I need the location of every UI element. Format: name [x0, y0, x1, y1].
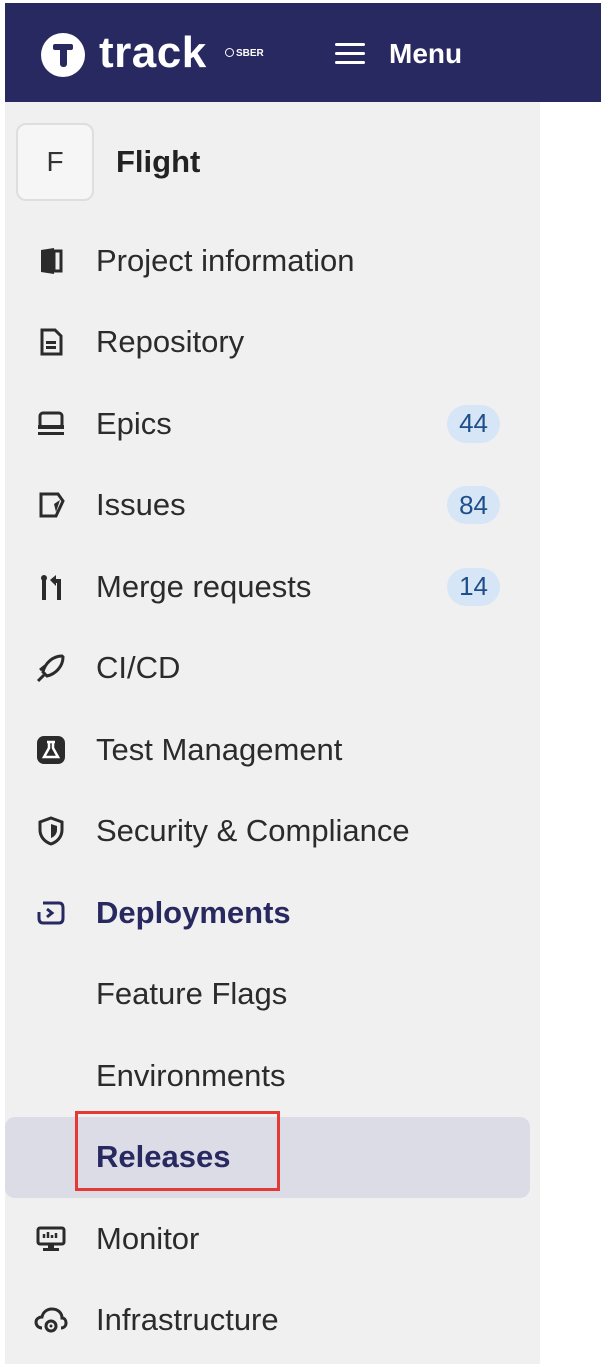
sidebar-item-label: Monitor [96, 1220, 200, 1256]
issues-icon [33, 487, 69, 523]
sidebar-item-label: Repository [96, 324, 245, 360]
sidebar: F Flight Project information Repository … [5, 102, 540, 1364]
sidebar-subitem-label: Feature Flags [96, 976, 288, 1012]
monitor-icon [33, 1221, 69, 1257]
repository-icon [33, 324, 69, 360]
epics-count-badge: 44 [447, 404, 500, 443]
sidebar-item-label: Infrastructure [96, 1302, 279, 1338]
project-information-icon [33, 243, 69, 279]
sidebar-item-label: Test Management [96, 731, 343, 767]
sidebar-subitem-feature-flags[interactable]: Feature Flags [5, 954, 540, 1036]
deployments-icon [33, 895, 69, 931]
sidebar-item-issues[interactable]: Issues 84 [5, 465, 540, 547]
sidebar-subitem-releases[interactable]: Releases [5, 1110, 530, 1198]
hamburger-icon [335, 43, 365, 65]
logo-text[interactable]: track [99, 25, 207, 81]
sidebar-item-test-management[interactable]: Test Management [5, 709, 540, 791]
merge-requests-count-badge: 14 [447, 567, 500, 606]
sidebar-nav: Project information Repository Epics 44 … [5, 220, 540, 1361]
top-bar: track SBER Menu [5, 3, 601, 102]
epics-icon [33, 406, 69, 442]
sidebar-item-label: Issues [96, 487, 186, 523]
sidebar-item-monitor[interactable]: Monitor [5, 1198, 540, 1280]
shield-icon [33, 813, 69, 849]
sber-mark: SBER [225, 47, 264, 61]
cloud-gear-icon [33, 1302, 69, 1338]
sidebar-item-ci-cd[interactable]: CI/CD [5, 628, 540, 710]
issues-count-badge: 84 [447, 486, 500, 525]
sidebar-item-label: CI/CD [96, 650, 181, 686]
sidebar-item-deployments[interactable]: Deployments [5, 872, 540, 954]
project-avatar: F [16, 123, 94, 201]
rocket-icon [33, 650, 69, 686]
menu-label: Menu [389, 38, 463, 69]
sidebar-item-infrastructure[interactable]: Infrastructure [5, 1280, 540, 1362]
sidebar-item-label: Epics [96, 405, 172, 441]
sber-label: SBER [236, 48, 264, 59]
sidebar-subitem-environments[interactable]: Environments [5, 1035, 540, 1117]
project-header[interactable]: F Flight [16, 122, 200, 202]
sidebar-item-label: Deployments [96, 894, 291, 930]
sidebar-subitem-label: Environments [96, 1057, 286, 1093]
sidebar-item-label: Project information [96, 242, 355, 278]
sidebar-item-security-compliance[interactable]: Security & Compliance [5, 791, 540, 873]
sidebar-item-epics[interactable]: Epics 44 [5, 383, 540, 465]
sidebar-item-label: Merge requests [96, 568, 312, 604]
menu-button[interactable]: Menu [335, 29, 462, 79]
project-name: Flight [116, 144, 201, 179]
sidebar-item-label: Security & Compliance [96, 813, 410, 849]
sidebar-item-repository[interactable]: Repository [5, 302, 540, 384]
sidebar-item-project-information[interactable]: Project information [5, 220, 540, 302]
sidebar-item-merge-requests[interactable]: Merge requests 14 [5, 546, 540, 628]
merge-request-icon [33, 569, 69, 605]
highlight-box [75, 1110, 280, 1191]
sber-check-icon [225, 48, 234, 57]
track-logo-icon[interactable] [41, 33, 85, 77]
flask-icon [33, 732, 69, 768]
